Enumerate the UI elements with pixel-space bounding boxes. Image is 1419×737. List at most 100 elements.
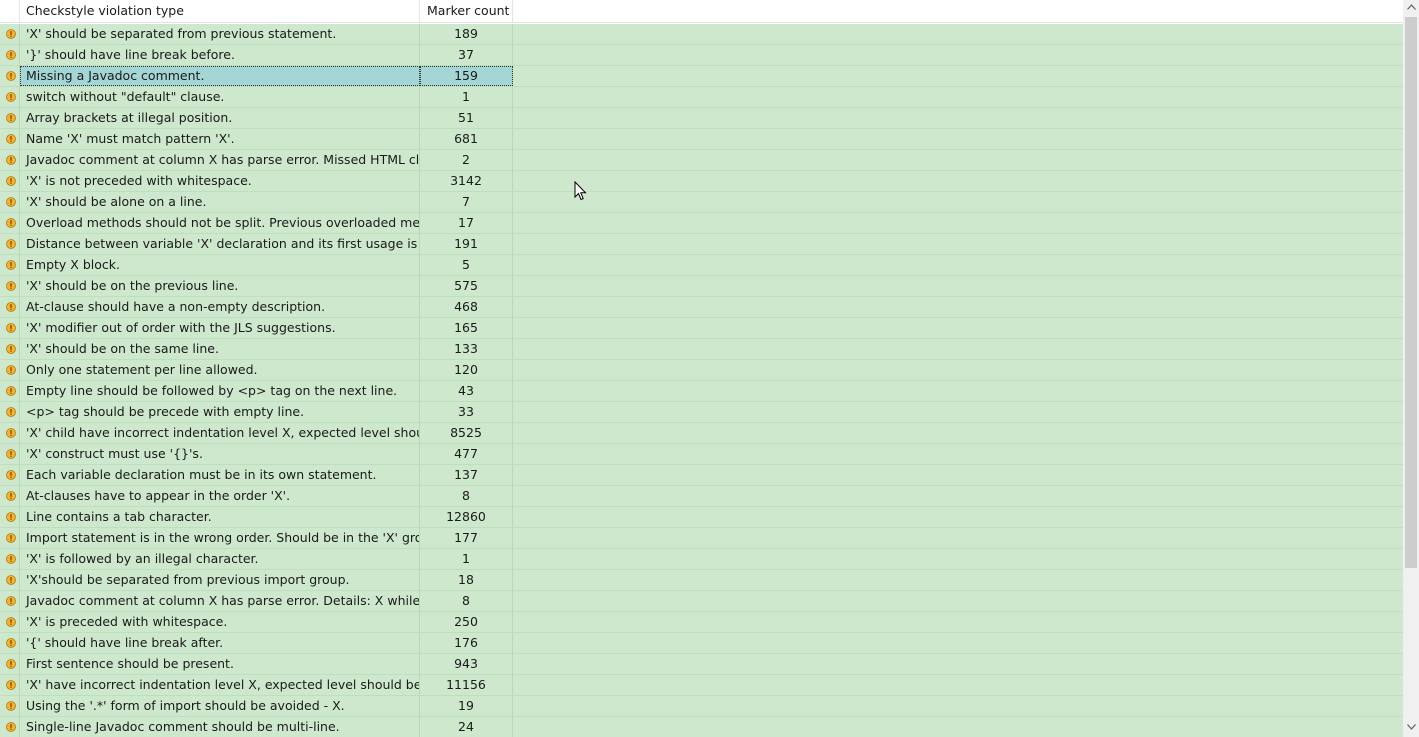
- marker-count-cell: 37: [420, 45, 513, 65]
- table-row[interactable]: Empty X block. 5: [0, 255, 1403, 276]
- table-row[interactable]: Name 'X' must match pattern 'X'. 681: [0, 129, 1403, 150]
- marker-count-cell: 33: [420, 402, 513, 422]
- warning-icon: [0, 633, 20, 653]
- violation-type-cell: '{' should have line break after.: [20, 633, 420, 653]
- table-row[interactable]: 'X' child have incorrect indentation lev…: [0, 423, 1403, 444]
- violation-type-cell: 'X' modifier out of order with the JLS s…: [20, 318, 420, 338]
- violation-type-cell: Javadoc comment at column X has parse er…: [20, 591, 420, 611]
- header-marker-count[interactable]: Marker count: [420, 0, 513, 22]
- violation-type-cell: <p> tag should be precede with empty lin…: [20, 402, 420, 422]
- violation-type-cell: 'X' is followed by an illegal character.: [20, 549, 420, 569]
- violation-type-cell: switch without "default" clause.: [20, 87, 420, 107]
- marker-count-cell: 8525: [420, 423, 513, 443]
- table-row[interactable]: Each variable declaration must be in its…: [0, 465, 1403, 486]
- violation-type-cell: Array brackets at illegal position.: [20, 108, 420, 128]
- table-body: 'X' should be separated from previous st…: [0, 24, 1403, 737]
- warning-icon: [0, 45, 20, 65]
- table-row[interactable]: 'X' construct must use '{}'s. 477: [0, 444, 1403, 465]
- marker-count-cell: 943: [420, 654, 513, 674]
- violation-type-cell: Each variable declaration must be in its…: [20, 465, 420, 485]
- warning-icon: [0, 591, 20, 611]
- table-row[interactable]: 'X' is preceded with whitespace. 250: [0, 612, 1403, 633]
- warning-icon: [0, 717, 20, 737]
- table-row[interactable]: Only one statement per line allowed. 120: [0, 360, 1403, 381]
- table-row[interactable]: Line contains a tab character. 12860: [0, 507, 1403, 528]
- header-icon-column[interactable]: [0, 0, 20, 22]
- marker-count-cell: 681: [420, 129, 513, 149]
- table-row[interactable]: Import statement is in the wrong order. …: [0, 528, 1403, 549]
- marker-count-cell: 43: [420, 381, 513, 401]
- marker-count-cell: 2: [420, 150, 513, 170]
- violation-type-cell: First sentence should be present.: [20, 654, 420, 674]
- table-row[interactable]: switch without "default" clause. 1: [0, 87, 1403, 108]
- warning-icon: [0, 696, 20, 716]
- violation-type-cell: 'X'should be separated from previous imp…: [20, 570, 420, 590]
- marker-count-cell: 5: [420, 255, 513, 275]
- violation-type-cell: 'X' construct must use '{}'s.: [20, 444, 420, 464]
- warning-icon: [0, 549, 20, 569]
- table-row[interactable]: '}' should have line break before. 37: [0, 45, 1403, 66]
- table-row[interactable]: 'X'should be separated from previous imp…: [0, 570, 1403, 591]
- table-header: Checkstyle violation type Marker count: [0, 0, 1403, 23]
- chevron-down-icon[interactable]: [1403, 720, 1419, 737]
- table-row[interactable]: 'X' should be on the previous line. 575: [0, 276, 1403, 297]
- violation-type-cell: 'X' should be on the same line.: [20, 339, 420, 359]
- violation-type-cell: 'X' should be separated from previous st…: [20, 24, 420, 44]
- warning-icon: [0, 654, 20, 674]
- table-row[interactable]: Array brackets at illegal position. 51: [0, 108, 1403, 129]
- vertical-scrollbar[interactable]: [1403, 0, 1419, 737]
- warning-icon: [0, 570, 20, 590]
- warning-icon: [0, 528, 20, 548]
- warning-icon: [0, 423, 20, 443]
- marker-count-cell: 12860: [420, 507, 513, 527]
- table-row[interactable]: Distance between variable 'X' declaratio…: [0, 234, 1403, 255]
- table-row[interactable]: Javadoc comment at column X has parse er…: [0, 591, 1403, 612]
- marker-count-cell: 250: [420, 612, 513, 632]
- marker-count-cell: 477: [420, 444, 513, 464]
- header-violation-type[interactable]: Checkstyle violation type: [20, 0, 420, 22]
- table-row[interactable]: Overload methods should not be split. Pr…: [0, 213, 1403, 234]
- violation-type-cell: At-clauses have to appear in the order '…: [20, 486, 420, 506]
- table-row[interactable]: 'X' should be on the same line. 133: [0, 339, 1403, 360]
- table-row[interactable]: Missing a Javadoc comment. 159: [0, 66, 1403, 87]
- violation-type-cell: 'X' child have incorrect indentation lev…: [20, 423, 420, 443]
- violation-type-cell: Javadoc comment at column X has parse er…: [20, 150, 420, 170]
- warning-icon: [0, 276, 20, 296]
- marker-count-cell: 51: [420, 108, 513, 128]
- warning-icon: [0, 255, 20, 275]
- table-row[interactable]: 'X' should be alone on a line. 7: [0, 192, 1403, 213]
- marker-count-cell: 1: [420, 549, 513, 569]
- marker-count-cell: 120: [420, 360, 513, 380]
- table-row[interactable]: Empty line should be followed by <p> tag…: [0, 381, 1403, 402]
- table-row[interactable]: Single-line Javadoc comment should be mu…: [0, 717, 1403, 737]
- marker-count-cell: 3142: [420, 171, 513, 191]
- table-row[interactable]: 'X' is not preceded with whitespace. 3142: [0, 171, 1403, 192]
- violation-type-cell: Empty line should be followed by <p> tag…: [20, 381, 420, 401]
- table-row[interactable]: 'X' modifier out of order with the JLS s…: [0, 318, 1403, 339]
- table-row[interactable]: First sentence should be present. 943: [0, 654, 1403, 675]
- table-row[interactable]: <p> tag should be precede with empty lin…: [0, 402, 1403, 423]
- marker-count-cell: 7: [420, 192, 513, 212]
- marker-count-cell: 24: [420, 717, 513, 737]
- warning-icon: [0, 87, 20, 107]
- table-row[interactable]: Javadoc comment at column X has parse er…: [0, 150, 1403, 171]
- table-row[interactable]: Using the '.*' form of import should be …: [0, 696, 1403, 717]
- table-row[interactable]: 'X' should be separated from previous st…: [0, 24, 1403, 45]
- marker-count-cell: 575: [420, 276, 513, 296]
- warning-icon: [0, 213, 20, 233]
- table-row[interactable]: At-clause should have a non-empty descri…: [0, 297, 1403, 318]
- marker-count-cell: 137: [420, 465, 513, 485]
- table-row[interactable]: At-clauses have to appear in the order '…: [0, 486, 1403, 507]
- chevron-up-icon[interactable]: [1403, 0, 1419, 17]
- violation-type-cell: '}' should have line break before.: [20, 45, 420, 65]
- violation-type-cell: Only one statement per line allowed.: [20, 360, 420, 380]
- warning-icon: [0, 360, 20, 380]
- table-row[interactable]: 'X' is followed by an illegal character.…: [0, 549, 1403, 570]
- table-row[interactable]: 'X' have incorrect indentation level X, …: [0, 675, 1403, 696]
- warning-icon: [0, 192, 20, 212]
- scrollbar-thumb[interactable]: [1405, 17, 1417, 568]
- violation-type-cell: Overload methods should not be split. Pr…: [20, 213, 420, 233]
- table-row[interactable]: '{' should have line break after. 176: [0, 633, 1403, 654]
- warning-icon: [0, 318, 20, 338]
- warning-icon: [0, 486, 20, 506]
